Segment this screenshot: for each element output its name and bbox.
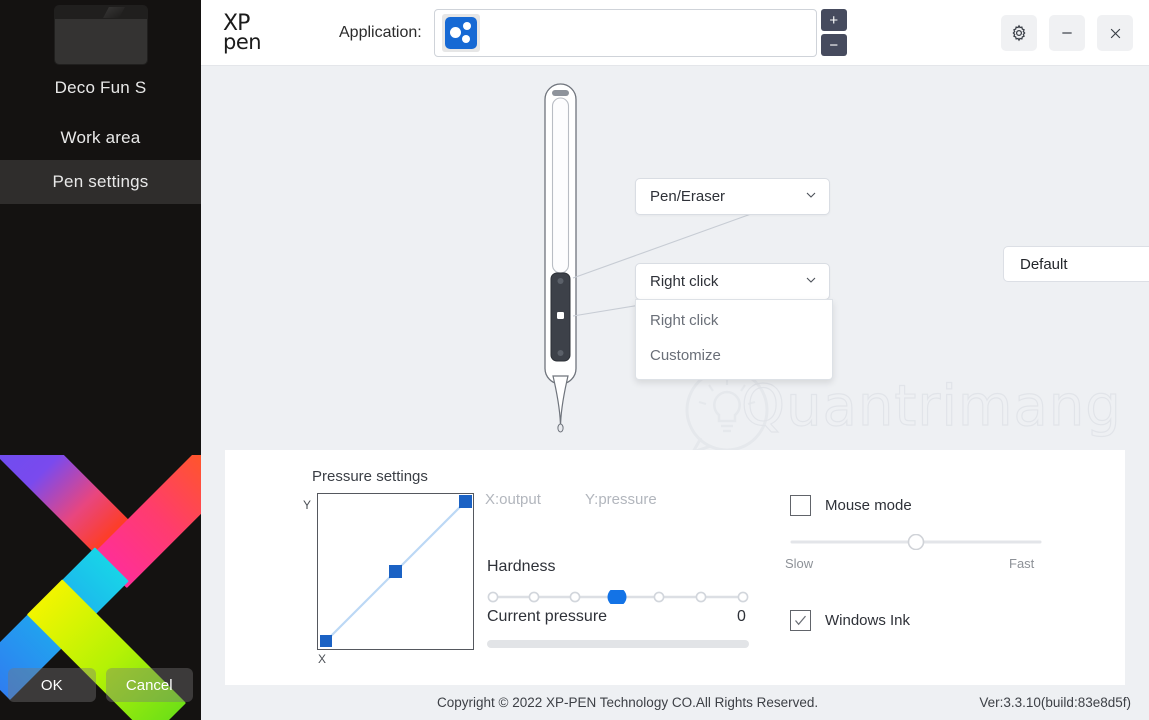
pen-stage: Quantrimang Pen/Eraser Right click Right…	[201, 66, 1149, 450]
sidebar-item-label: Work area	[60, 128, 141, 147]
current-pressure-bar	[487, 640, 749, 648]
chevron-down-icon	[803, 187, 819, 207]
default-button-label: Default	[1020, 255, 1068, 273]
device-icon-wrap	[0, 0, 201, 64]
check-icon	[795, 615, 806, 626]
ok-button[interactable]: OK	[8, 668, 96, 702]
pressure-settings-panel: Pressure settings Y X X:output Y:pressur…	[225, 450, 1125, 685]
curve-point-mid	[389, 565, 402, 578]
sidebar: Deco Fun S Work area Pen settings OK Can…	[0, 0, 201, 720]
dropdown-option-right-click[interactable]: Right click	[636, 303, 832, 338]
dropdown-option-label: Customize	[650, 347, 721, 364]
default-button[interactable]: Default	[1003, 246, 1149, 282]
application-add-remove: + −	[820, 9, 847, 56]
sidebar-item-work-area[interactable]: Work area	[0, 116, 201, 160]
curve-point-end	[459, 495, 472, 508]
mouse-mode-row[interactable]: Mouse mode	[790, 495, 912, 516]
add-application-button[interactable]: +	[820, 9, 847, 31]
gear-icon[interactable]	[1001, 15, 1037, 51]
app-header: XP pen Application: + −	[201, 0, 1149, 66]
application-icon-slot[interactable]	[441, 13, 480, 52]
application-label: Application:	[339, 23, 422, 41]
speed-slider-handle	[907, 533, 925, 551]
pressure-curve	[320, 495, 472, 647]
application-input[interactable]	[433, 8, 817, 57]
hardness-tick-6	[695, 591, 707, 603]
sidebar-action-buttons: OK Cancel	[0, 668, 201, 702]
barrel-button-dropdown-value: Right click	[650, 273, 719, 290]
sidebar-item-label: Pen settings	[52, 172, 149, 191]
barrel-button-dropdown[interactable]: Right click	[635, 263, 830, 300]
hardness-tick-7	[737, 591, 749, 603]
minimize-icon[interactable]	[1049, 15, 1085, 51]
xppen-driver-window: Deco Fun S Work area Pen settings OK Can…	[0, 0, 1149, 720]
deco-bar-top-right	[92, 455, 201, 589]
current-pressure-label: Current pressure	[487, 608, 608, 625]
speed-slider[interactable]	[785, 533, 1047, 551]
logo-line-2: pen	[223, 29, 262, 54]
windows-ink-label: Windows Ink	[825, 612, 911, 629]
main-area: XP pen Application: + − Quantrimang Pen/…	[201, 0, 1149, 720]
curve-axis-x-label: X	[318, 652, 327, 666]
speed-slider-max-label: Fast	[1009, 556, 1035, 571]
version-text: Ver:3.3.10(build:83e8d5f)	[979, 695, 1131, 710]
barrel-button-dropdown-menu: Right click Customize	[635, 299, 833, 380]
app-footer: Copyright © 2022 XP-PEN Technology CO.Al…	[201, 685, 1149, 720]
hardness-slider[interactable]	[487, 587, 749, 607]
sidebar-item-pen-settings[interactable]: Pen settings	[0, 160, 201, 204]
pressure-curve-editor[interactable]	[317, 493, 474, 650]
hardness-label: Hardness	[487, 558, 556, 575]
windows-ink-row[interactable]: Windows Ink	[790, 610, 910, 631]
application-app-icon	[444, 16, 477, 49]
hardness-slider-handle	[607, 587, 627, 607]
curve-hint-y: Y:pressure	[585, 491, 657, 508]
tablet-icon	[54, 6, 147, 64]
deco-bar-top-left	[0, 455, 130, 555]
app-icon-dot-large	[449, 26, 461, 38]
mouse-mode-checkbox[interactable]	[790, 495, 811, 516]
curve-axis-y-label: Y	[303, 498, 312, 512]
chevron-down-icon	[803, 272, 819, 292]
windows-ink-checkbox[interactable]	[790, 610, 811, 631]
dropdown-option-customize[interactable]: Customize	[636, 338, 832, 373]
hardness-tick-3	[569, 591, 581, 603]
hardness-tick-5	[653, 591, 665, 603]
pen-eraser-dropdown-value: Pen/Eraser	[650, 188, 726, 205]
window-controls	[1001, 0, 1133, 66]
cancel-button[interactable]: Cancel	[105, 668, 193, 702]
app-icon-dot-bottom	[461, 34, 470, 43]
sidebar-nav: Work area Pen settings	[0, 116, 201, 204]
device-name: Deco Fun S	[54, 78, 147, 97]
curve-point-start	[320, 635, 332, 647]
current-pressure-value: 0	[737, 608, 746, 625]
dropdown-option-label: Right click	[650, 312, 719, 329]
remove-application-button[interactable]: −	[820, 34, 847, 56]
close-icon[interactable]	[1097, 15, 1133, 51]
pen-eraser-dropdown[interactable]: Pen/Eraser	[635, 178, 830, 215]
mouse-mode-label: Mouse mode	[825, 497, 912, 514]
speed-slider-min-label: Slow	[785, 556, 814, 571]
app-icon-dot-top	[462, 21, 471, 30]
pressure-settings-title: Pressure settings	[312, 468, 428, 485]
copyright-text: Copyright © 2022 XP-PEN Technology CO.Al…	[437, 695, 819, 710]
hardness-tick-1	[487, 591, 499, 603]
hardness-tick-2	[528, 591, 540, 603]
xppen-logo: XP pen	[223, 12, 279, 54]
curve-hint-x: X:output	[485, 491, 541, 508]
